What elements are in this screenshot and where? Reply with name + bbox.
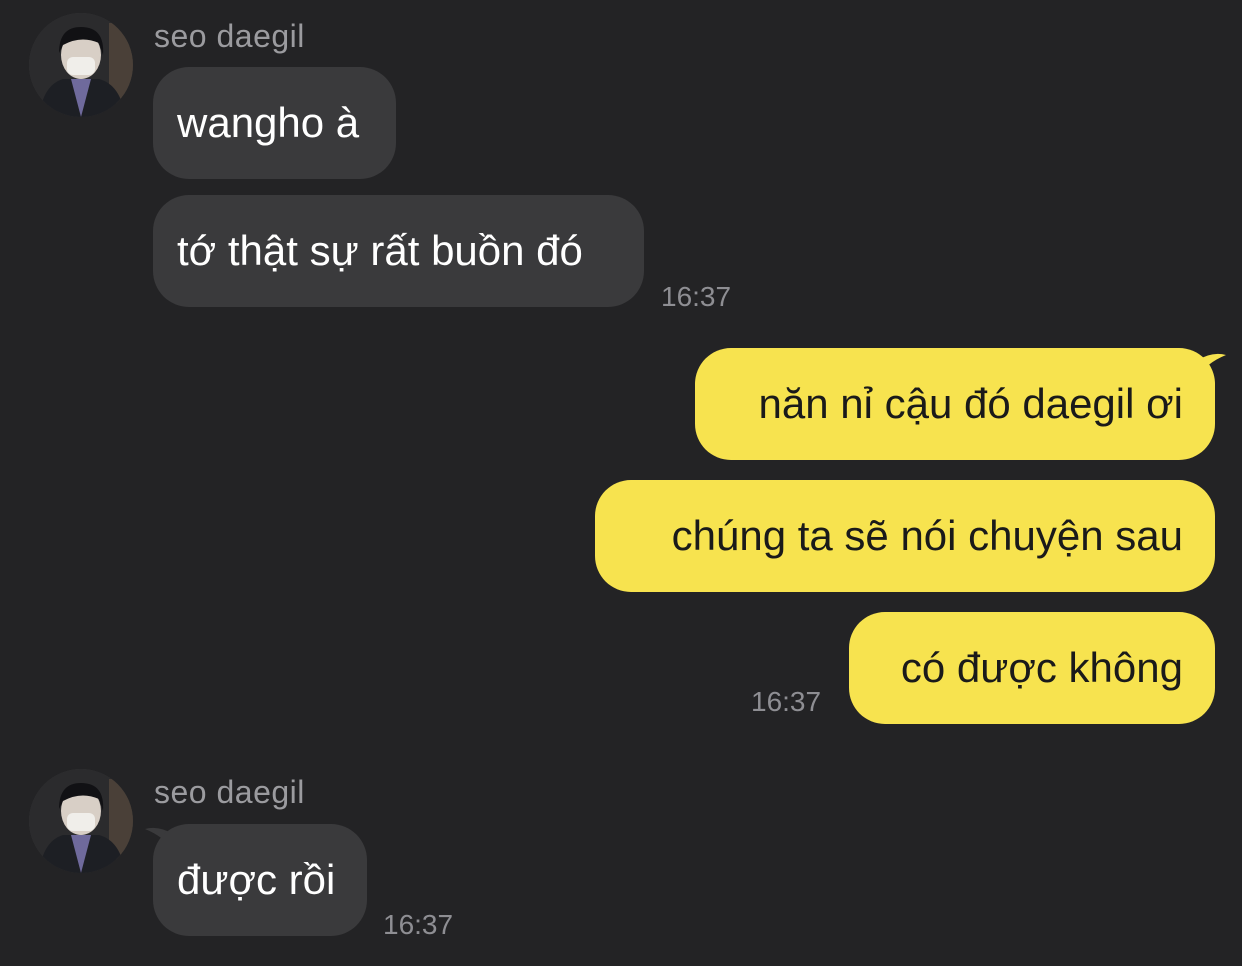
message-timestamp: 16:37 [751, 686, 822, 717]
sender-name: seo daegil [154, 18, 305, 54]
message-timestamp: 16:37 [661, 281, 732, 312]
message-bubble-outgoing[interactable]: chúng ta sẽ nói chuyện sau [595, 480, 1215, 592]
message-bubble-incoming[interactable]: wangho à [153, 67, 396, 179]
profile-photo-icon [29, 769, 133, 873]
message-bubble-outgoing[interactable]: có được không [849, 612, 1215, 724]
avatar[interactable] [29, 769, 133, 873]
profile-photo-icon [29, 13, 133, 117]
message-timestamp: 16:37 [383, 909, 454, 940]
message-bubble-incoming[interactable]: được rồi [153, 824, 367, 936]
sender-name: seo daegil [154, 774, 305, 810]
message-bubble-incoming[interactable]: tớ thật sự rất buồn đó [153, 195, 644, 307]
avatar[interactable] [29, 13, 133, 117]
message-bubble-outgoing[interactable]: năn nỉ cậu đó daegil ơi [695, 348, 1215, 460]
